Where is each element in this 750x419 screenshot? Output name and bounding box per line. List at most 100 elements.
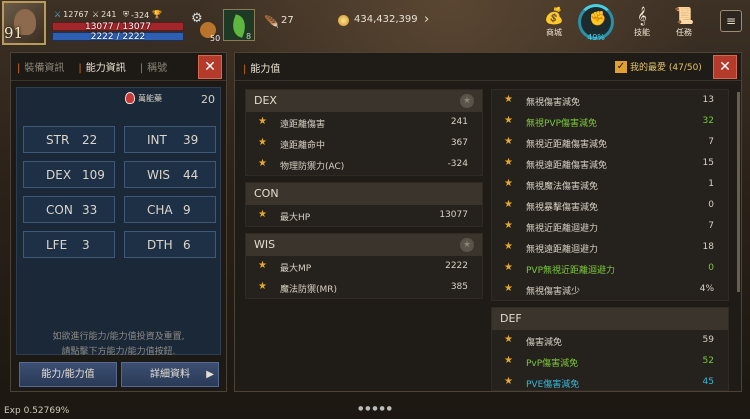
hp-bar: 13077 / 13077 xyxy=(52,22,184,32)
star-icon: ★ xyxy=(504,157,513,168)
star-icon: ★ xyxy=(504,94,513,105)
star-icon: ★ xyxy=(504,220,513,231)
reset-hint: 如欲進行能力/能力值投資及重置, 請點擊下方能力/能力值按鈕. xyxy=(52,332,185,357)
stat-row: ★ 最大MP 2222 xyxy=(258,260,468,274)
close-left-button[interactable]: ✕ xyxy=(198,55,222,79)
close-right-button[interactable]: ✕ xyxy=(713,55,737,79)
mp-text: 2222 / 2222 xyxy=(90,32,146,42)
stat-cha: CHA 9 xyxy=(124,196,216,223)
stat-row: ★ 最大HP 13077 xyxy=(258,209,468,223)
close-icon: ✕ xyxy=(204,59,216,75)
ability-button[interactable]: 能力/能力值 xyxy=(19,362,117,387)
star-icon: ★ xyxy=(258,260,267,271)
shop-bag-icon: 💰 xyxy=(544,6,564,25)
stat-row: ★ 遠距離傷害 241 xyxy=(258,116,468,130)
stat-row: ★ 無視暴擊傷害減免 0 xyxy=(504,199,714,213)
elixir-value: 20 xyxy=(201,93,215,106)
stat-row: ★ 物理防禦力(AC) -324 xyxy=(258,158,468,172)
stat-str: STR 22 xyxy=(23,126,115,153)
stat-row: ★ 遠距離命中 367 xyxy=(258,137,468,151)
stat-grid: STR 22 INT 39 DEX 109 WIS 44 CON 33 CHA 9 LFE 3… xyxy=(23,126,217,258)
dex-section: DEX ★ ★ 遠距離傷害 241 ★ 遠距離命中 367 ★ 物理防禦力(AC) -324 xyxy=(245,89,483,176)
sword-icon: ⚔ xyxy=(92,10,100,19)
trophy-icon: 🏆 xyxy=(152,10,162,19)
tab-equipment[interactable]: | 裝備資訊 xyxy=(17,59,64,74)
panel-buttons: 能力/能力值 詳細資料 ▶ xyxy=(19,362,219,387)
stat-row: ★ 傷害減免 59 xyxy=(504,334,714,348)
shop-button[interactable]: 💰 商城 xyxy=(537,6,571,38)
skill-button[interactable]: 𝄞 技能 xyxy=(625,6,659,38)
quest-button[interactable]: 📜 任務 xyxy=(667,6,701,38)
star-icon: ★ xyxy=(504,115,513,126)
stat-int: INT 39 xyxy=(124,126,216,153)
stat-1: ⚔ 12767 xyxy=(54,10,89,19)
stat-lfe: LFE 3 xyxy=(23,231,115,258)
star-icon: ★ xyxy=(504,241,513,252)
mp-bar: 2222 / 2222 xyxy=(52,32,184,42)
stat-row: ★ 無視遠距離傷害減免 15 xyxy=(504,157,714,171)
stat-row: ★ 無視傷害減少 4% xyxy=(504,283,714,297)
feather-icon: 🪶 xyxy=(264,15,279,29)
star-icon: ★ xyxy=(258,209,267,220)
stat-row: ★ 魔法防禦(MR) 385 xyxy=(258,281,468,295)
top-hud: 91 ⚔ 12767 ⚔ 241 ⛨ -324 🏆 13077 / 13077 222… xyxy=(0,0,750,46)
gold-amount: 434,432,399 xyxy=(354,14,418,25)
checkbox-icon: ✓ xyxy=(615,60,627,73)
star-icon: ★ xyxy=(258,158,267,169)
stat-3: ⛨ -324 xyxy=(123,10,150,20)
star-icon: ★ xyxy=(504,136,513,147)
star-icon: ★ xyxy=(504,199,513,210)
stat-row: ★ 無視遠距離迴避力 18 xyxy=(504,241,714,255)
hamburger-icon: ≡ xyxy=(725,14,737,28)
level: 91 xyxy=(4,24,24,42)
star-icon: ★ xyxy=(504,178,513,189)
stat-dex: DEX 109 xyxy=(23,161,115,188)
gold-coin-icon xyxy=(338,15,349,26)
tab-title[interactable]: | 稱號 xyxy=(140,59,167,74)
progress-ring[interactable]: ✊ 49% xyxy=(578,4,614,42)
section-header: DEX ★ xyxy=(246,90,482,112)
star-icon: ★ xyxy=(504,376,513,387)
scrollbar[interactable] xyxy=(737,92,740,292)
star-icon: ★ xyxy=(258,116,267,127)
favorites-toggle[interactable]: ✓ 我的最愛 (47/50) xyxy=(615,60,702,73)
potion-count: 50 xyxy=(210,34,221,43)
scroll-icon: 📜 xyxy=(674,6,694,25)
leaf-count: 8 xyxy=(246,32,252,41)
star-icon: ★ xyxy=(258,281,267,292)
ability-value-panel: | 能力值 ✓ 我的最愛 (47/50) ✕ DEX ★ ★ 遠距離傷害 241 ★ 遠距離… xyxy=(234,52,742,392)
stat-row: ★ 無視魔法傷害減免 1 xyxy=(504,178,714,192)
stats-area: 萬能藥 20 STR 22 INT 39 DEX 109 WIS 44 CON 33 CH… xyxy=(16,87,221,357)
gear-icon[interactable]: ⚙ xyxy=(191,11,203,26)
star-icon: ★ xyxy=(504,355,513,366)
character-info-panel: | 裝備資訊 | 能力資訊 | 稱號 ✕ 萬能藥 20 STR 22 INT 39 DEX… xyxy=(10,52,227,392)
stat-row: ★ 無視傷害減免 13 xyxy=(504,94,714,108)
page-dots: ● ● ● ● ● xyxy=(358,405,392,412)
star-toggle-icon[interactable]: ★ xyxy=(460,238,474,252)
stat-wis: WIS 44 xyxy=(124,161,216,188)
fist-icon: ✊ xyxy=(589,11,607,27)
chevron-right-icon[interactable]: › xyxy=(424,12,429,27)
con-section: CON ★ 最大HP 13077 xyxy=(245,182,483,227)
star-toggle-icon[interactable]: ★ xyxy=(460,94,474,108)
star-icon: ★ xyxy=(504,262,513,273)
details-button[interactable]: 詳細資料 ▶ xyxy=(121,362,219,387)
left-stat-column: DEX ★ ★ 遠距離傷害 241 ★ 遠距離命中 367 ★ 物理防禦力(AC) -324 … xyxy=(245,89,483,305)
tab-ability[interactable]: | 能力資訊 xyxy=(78,59,125,74)
menu-button[interactable]: ≡ xyxy=(720,10,742,32)
star-icon: ★ xyxy=(504,334,513,345)
star-icon: ★ xyxy=(258,137,267,148)
section-header: CON xyxy=(246,183,482,205)
hp-text: 13077 / 13077 xyxy=(84,22,151,32)
shield-icon: ⛨ xyxy=(123,10,129,19)
panel-header: | 能力值 ✓ 我的最愛 (47/50) ✕ xyxy=(235,53,741,81)
stat-dth: DTH 6 xyxy=(124,231,216,258)
section-header: DEF xyxy=(492,308,728,330)
stat-row: ★ 無視近距離傷害減免 7 xyxy=(504,136,714,150)
stat-2: ⚔ 241 xyxy=(92,10,117,19)
feather-count: 27 xyxy=(281,15,294,26)
right-stat-column: ★ 無視傷害減免 13 ★ 無視PVP傷害減免 32 ★ 無視近距離傷害減免 7 ★ 無視遠距… xyxy=(491,89,729,397)
section-header: WIS ★ xyxy=(246,234,482,256)
star-icon: ★ xyxy=(504,283,513,294)
close-icon: ✕ xyxy=(719,59,731,75)
